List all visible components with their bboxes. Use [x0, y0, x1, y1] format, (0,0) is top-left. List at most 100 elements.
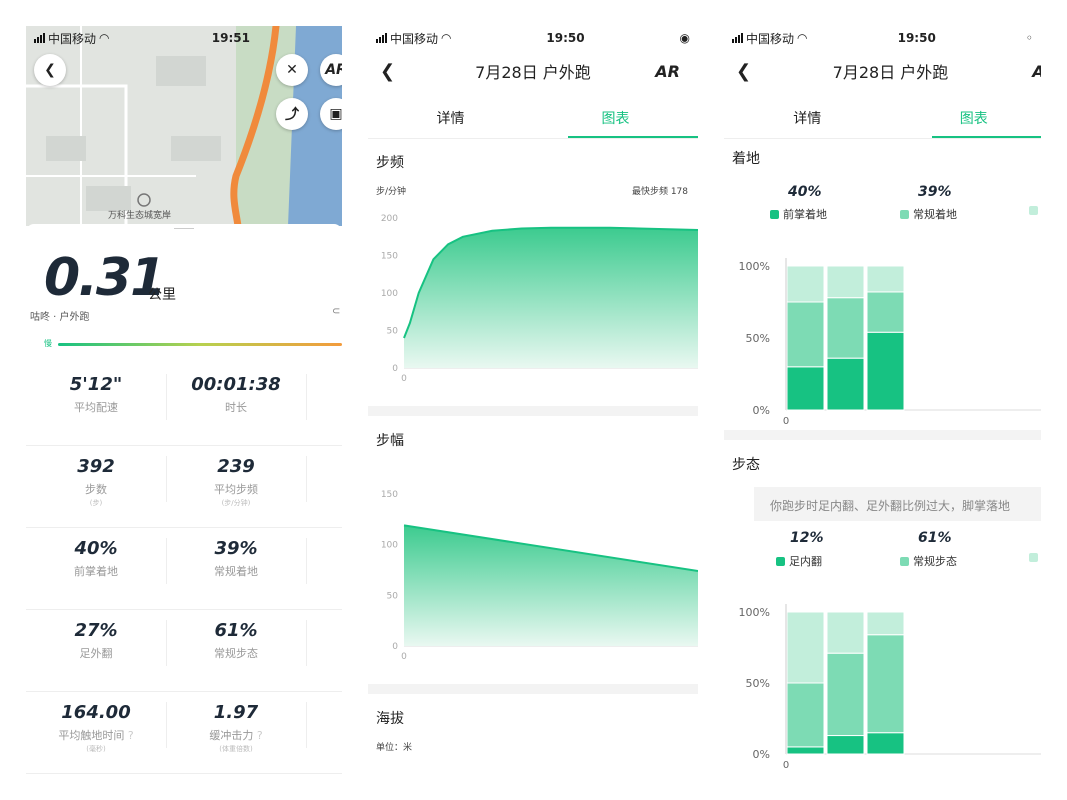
- y-tick-label: 0: [392, 642, 398, 652]
- stride-title: 步幅: [376, 433, 404, 449]
- summary-sheet: 0.31 公里 咕咚 · 户外跑 ⊂ 慢 5'12" 平均配速 00:01:38 时…: [26, 224, 342, 774]
- bar-segment: [826, 611, 865, 654]
- y-tick-label: 100: [381, 289, 398, 299]
- bar-segment: [866, 732, 905, 755]
- stats-row: 27% 足外翻 61% 常规步态: [26, 610, 342, 692]
- tab-detail[interactable]: 详情: [368, 108, 533, 128]
- stat-normal-landing: 39% 常规着地: [214, 538, 258, 578]
- landing-normal-pct: 39%: [918, 184, 952, 200]
- map-place-label: 万科生态城宽岸: [108, 211, 172, 221]
- y-tick-label: 100%: [739, 606, 770, 619]
- stat-forefoot: 40% 前掌着地: [74, 538, 118, 578]
- section-divider: [368, 684, 698, 694]
- stats-row: 40% 前掌着地 39% 常规着地: [26, 528, 342, 610]
- cadence-chart: 0 50 100 150 200 0: [381, 214, 698, 384]
- wifi-icon: ◠: [797, 31, 808, 45]
- share-icon[interactable]: ⊂: [332, 306, 340, 317]
- carrier-label: 中国移动: [48, 31, 97, 46]
- battery-icon: ◉: [679, 31, 690, 45]
- back-button[interactable]: ❮: [380, 61, 395, 82]
- gait-inversion-pct: 12%: [790, 530, 824, 546]
- clock: 19:50: [546, 31, 585, 45]
- y-tick-label: 0%: [753, 748, 770, 761]
- legend-other-landing: [1029, 206, 1038, 215]
- landing-title: 着地: [732, 151, 760, 167]
- nav-header: ❮ 7月28日 户外跑 AR: [724, 54, 1041, 88]
- bar-segment: [786, 265, 825, 303]
- y-tick-label: 150: [381, 490, 398, 500]
- chart-screen-cadence: 中国移动 ◠ 19:50 ◉ ❮ 7月28日 户外跑 AR 详情 图表 步频 步…: [368, 26, 698, 774]
- layers-icon: ▣: [329, 106, 342, 122]
- chevron-left-icon: ❮: [44, 62, 56, 78]
- activity-subtitle: 咕咚 · 户外跑: [30, 312, 90, 323]
- altitude-unit: 单位：米: [376, 743, 413, 753]
- x-tick-label: 0: [783, 416, 789, 427]
- tab-chart[interactable]: 图表: [891, 108, 1042, 128]
- stat-steps: 392 步数 (步): [77, 456, 115, 507]
- ar-button[interactable]: AR: [1032, 62, 1041, 81]
- signal-icon: [732, 33, 743, 43]
- carrier-label: 中国移动: [390, 31, 439, 46]
- stats-row: 392 步数 (步) 239 平均步频 (步/分钟): [26, 446, 342, 528]
- wifi-icon: ◠: [441, 31, 452, 45]
- bar-segment: [786, 611, 825, 684]
- stat-impact[interactable]: 1.97 缓冲击力 ? (体重倍数): [166, 692, 306, 754]
- wifi-icon: ◠: [99, 31, 110, 45]
- bar-segment: [866, 331, 905, 411]
- bar-segment: [866, 634, 905, 734]
- ar-label: AR: [325, 62, 342, 78]
- series-area: [404, 525, 698, 646]
- ar-button[interactable]: AR: [655, 62, 680, 81]
- landing-chart: 0% 50% 100% 0: [739, 258, 1041, 427]
- bar-segment: [786, 746, 825, 755]
- y-tick-label: 50: [387, 591, 399, 601]
- sheet-handle[interactable]: [174, 228, 194, 231]
- chart-screen-landing: 中国移动 ◠ 19:50 ◦ ❮ 7月28日 户外跑 AR 详情 图表 着地 4…: [724, 26, 1041, 774]
- tab-bar: 详情 图表: [724, 102, 1041, 138]
- bar-segment: [826, 652, 865, 737]
- y-tick-label: 100: [381, 541, 398, 551]
- pace-marker: 慢: [44, 339, 52, 348]
- stat-avg-cadence: 239 平均步频 (步/分钟): [214, 456, 258, 507]
- legend-other-gait: [1029, 553, 1038, 562]
- stat-avg-pace: 5'12" 平均配速: [69, 374, 123, 414]
- close-icon: ✕: [286, 62, 298, 78]
- back-button[interactable]: ❮: [34, 54, 66, 86]
- legend-normal-landing: 常规着地: [900, 206, 957, 222]
- bar-segment: [786, 301, 825, 368]
- route-icon: ⤴: [285, 107, 299, 123]
- legend-normal-gait: 常规步态: [900, 553, 957, 569]
- landing-forefoot-pct: 40%: [788, 184, 822, 200]
- pace-color-bar: [58, 343, 342, 346]
- stats-row: 5'12" 平均配速 00:01:38 时长: [26, 364, 342, 446]
- x-tick-label: 0: [783, 760, 789, 771]
- y-tick-label: 200: [381, 214, 398, 224]
- help-icon: ?: [256, 729, 263, 742]
- page-title: 7月28日 户外跑: [475, 63, 591, 82]
- gait-normal-pct: 61%: [918, 530, 952, 546]
- back-button[interactable]: ❮: [736, 61, 751, 82]
- route-toggle-button[interactable]: ⤴: [276, 98, 308, 130]
- series-area: [404, 227, 698, 368]
- bar-segment: [866, 291, 905, 333]
- y-tick-label: 150: [381, 252, 398, 262]
- tab-detail[interactable]: 详情: [724, 108, 891, 128]
- y-tick-label: 0%: [753, 404, 770, 417]
- gait-warning: 你跑步时足内翻、足外翻比例过大，脚掌落地: [754, 487, 1041, 521]
- bar-segment: [786, 682, 825, 748]
- bar-segment: [826, 735, 865, 755]
- bar-segment: [786, 366, 825, 411]
- cadence-title: 步频: [376, 155, 404, 171]
- y-tick-label: 50%: [746, 332, 770, 345]
- y-tick-label: 0: [392, 364, 398, 374]
- status-bar: 中国移动 ◠ 19:51: [26, 26, 342, 50]
- close-button[interactable]: ✕: [276, 54, 308, 86]
- tab-chart[interactable]: 图表: [533, 108, 698, 128]
- distance-unit: 公里: [148, 287, 176, 303]
- stat-supination: 27% 足外翻: [74, 620, 118, 660]
- stride-chart: 0 50 100 150 0: [381, 490, 698, 662]
- stats-row: 164.00 平均触地时间 ? (毫秒) 1.97 缓冲击力 ? (体重倍数): [26, 692, 342, 774]
- page-title: 7月28日 户外跑: [832, 63, 949, 82]
- stat-ground-contact[interactable]: 164.00 平均触地时间 ? (毫秒): [26, 692, 166, 754]
- nav-header: ❮ 7月28日 户外跑 AR: [368, 54, 698, 88]
